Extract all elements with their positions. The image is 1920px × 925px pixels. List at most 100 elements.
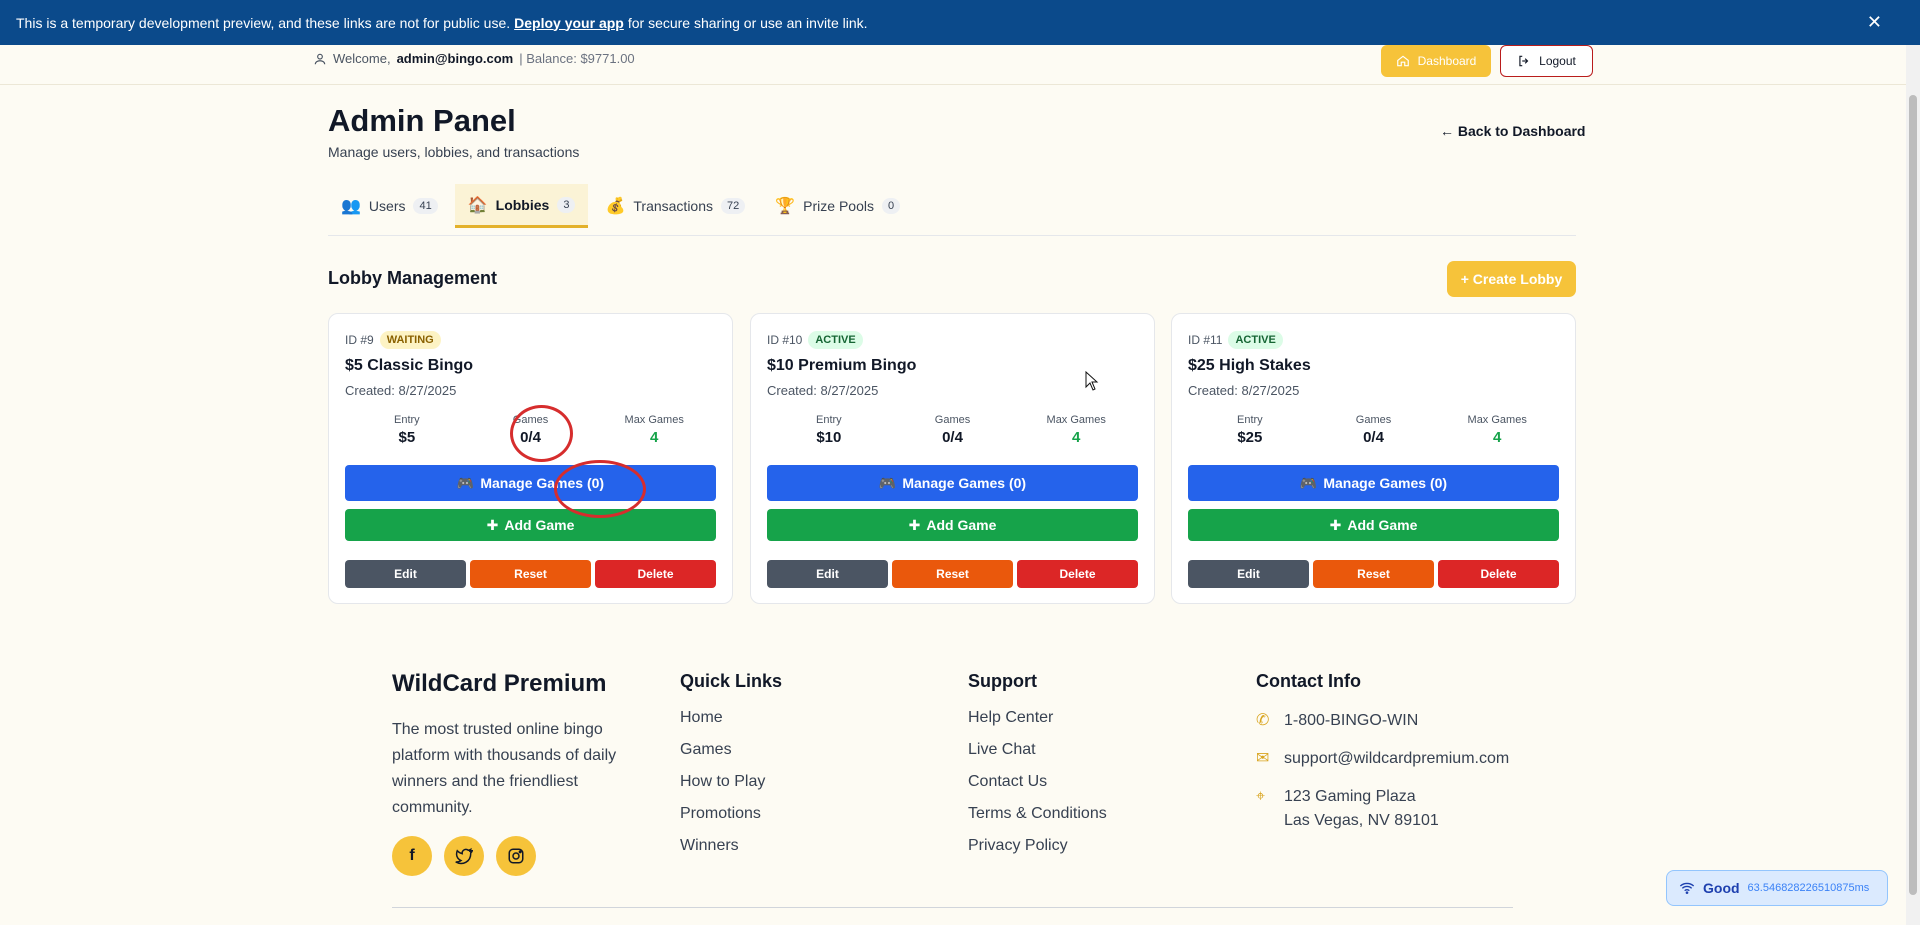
close-icon[interactable]: ✕ bbox=[1867, 12, 1882, 33]
address: 123 Gaming Plaza Las Vegas, NV 89101 bbox=[1284, 785, 1439, 833]
lobby-name: $25 High Stakes bbox=[1188, 357, 1311, 374]
tab-prize-pools[interactable]: 🏆 Prize Pools 0 bbox=[762, 184, 913, 228]
support-title: Support bbox=[968, 671, 1037, 691]
scrollbar-thumb[interactable] bbox=[1909, 95, 1917, 895]
stat-label: Games bbox=[1355, 414, 1392, 426]
reset-button[interactable]: Reset bbox=[470, 560, 591, 588]
add-game-button[interactable]: ✚ Add Game bbox=[1188, 509, 1559, 541]
annotation-circle bbox=[554, 460, 646, 518]
footer-link-live-chat[interactable]: Live Chat bbox=[968, 741, 1107, 773]
footer-link-winners[interactable]: Winners bbox=[680, 837, 782, 869]
tab-label: Transactions bbox=[633, 198, 713, 214]
tab-users[interactable]: 👥 Users 41 bbox=[328, 184, 451, 228]
status-badge: ACTIVE bbox=[1228, 331, 1283, 349]
manage-games-button[interactable]: 🎮 Manage Games (0) bbox=[1188, 465, 1559, 501]
stat-value: $5 bbox=[398, 429, 416, 446]
status-badge: WAITING bbox=[379, 331, 441, 349]
manage-games-button[interactable]: 🎮 Manage Games (0) bbox=[767, 465, 1138, 501]
tab-lobbies[interactable]: 🏠 Lobbies 3 bbox=[454, 184, 589, 228]
delete-button[interactable]: Delete bbox=[595, 560, 716, 588]
stat-label: Entry bbox=[1236, 414, 1263, 426]
section-title: Lobby Management bbox=[328, 268, 498, 288]
network-latency: 63.546828226510875ms bbox=[1747, 882, 1870, 894]
twitter-icon[interactable] bbox=[444, 836, 484, 876]
footer-description: The most trusted online bingo platform w… bbox=[392, 721, 617, 816]
network-status-badge: Good 63.546828226510875ms bbox=[1666, 870, 1888, 906]
back-to-dashboard-link[interactable]: ← Back to Dashboard bbox=[1440, 123, 1585, 139]
edit-button[interactable]: Edit bbox=[345, 560, 466, 588]
home-icon: 🏠 bbox=[467, 196, 488, 214]
footer-link-help-center[interactable]: Help Center bbox=[968, 709, 1107, 741]
create-lobby-button[interactable]: + Create Lobby bbox=[1447, 261, 1576, 297]
stat-max-games: Max Games 4 bbox=[592, 414, 716, 446]
status-badge: ACTIVE bbox=[808, 331, 863, 349]
plus-icon: ✚ bbox=[908, 516, 921, 533]
users-icon: 👥 bbox=[341, 198, 361, 215]
location-pin-icon: ⌖ bbox=[1256, 788, 1266, 805]
quick-links-column: Quick Links Home Games How to Play Promo… bbox=[680, 671, 782, 869]
annotation-circle bbox=[510, 405, 573, 462]
stat-label: Max Games bbox=[1467, 414, 1527, 426]
stat-value: 0/4 bbox=[1363, 429, 1384, 446]
phone-number: 1-800-BINGO-WIN bbox=[1284, 712, 1419, 729]
lobby-id: ID #9 bbox=[345, 333, 374, 347]
lobby-name: $5 Classic Bingo bbox=[345, 357, 474, 374]
home-icon bbox=[1396, 55, 1409, 67]
button-label: Add Game bbox=[926, 517, 997, 533]
contact-address: ⌖ 123 Gaming Plaza Las Vegas, NV 89101 bbox=[1256, 785, 1509, 833]
trophy-icon: 🏆 bbox=[775, 198, 796, 215]
user-email: admin@bingo.com bbox=[396, 51, 514, 66]
lobby-created: Created: 8/27/2025 bbox=[345, 383, 457, 398]
tab-transactions[interactable]: 💰 Transactions 72 bbox=[592, 184, 758, 228]
stat-value: 4 bbox=[1493, 429, 1502, 446]
add-game-button[interactable]: ✚ Add Game bbox=[767, 509, 1138, 541]
logout-button[interactable]: Logout bbox=[1500, 45, 1593, 77]
lobby-id-row: ID #10 ACTIVE bbox=[767, 331, 863, 349]
footer-link-games[interactable]: Games bbox=[680, 741, 782, 773]
stat-entry: Entry $10 bbox=[767, 414, 891, 446]
wifi-icon bbox=[1679, 882, 1695, 894]
delete-button[interactable]: Delete bbox=[1438, 560, 1559, 588]
stat-value: 4 bbox=[1072, 429, 1081, 446]
lobby-actions: Edit Reset Delete bbox=[1188, 560, 1559, 588]
plus-icon: ✚ bbox=[1329, 516, 1342, 533]
reset-button[interactable]: Reset bbox=[892, 560, 1013, 588]
stat-label: Games bbox=[934, 414, 971, 426]
footer-link-how-to-play[interactable]: How to Play bbox=[680, 773, 782, 805]
stat-value: 0/4 bbox=[942, 429, 963, 446]
logout-label: Logout bbox=[1539, 54, 1576, 68]
footer-link-promotions[interactable]: Promotions bbox=[680, 805, 782, 837]
email-address[interactable]: support@wildcardpremium.com bbox=[1284, 747, 1509, 771]
footer-link-contact-us[interactable]: Contact Us bbox=[968, 773, 1107, 805]
button-label: Add Game bbox=[1347, 517, 1418, 533]
edit-button[interactable]: Edit bbox=[767, 560, 888, 588]
footer-link-terms[interactable]: Terms & Conditions bbox=[968, 805, 1107, 837]
mouse-cursor-icon bbox=[1085, 371, 1099, 391]
deploy-link[interactable]: Deploy your app bbox=[514, 15, 624, 31]
facebook-icon[interactable]: f bbox=[392, 836, 432, 876]
footer-link-home[interactable]: Home bbox=[680, 709, 782, 741]
edit-button[interactable]: Edit bbox=[1188, 560, 1309, 588]
tab-label: Lobbies bbox=[495, 196, 550, 213]
dashboard-button[interactable]: Dashboard bbox=[1381, 45, 1491, 77]
lobby-created: Created: 8/27/2025 bbox=[767, 383, 879, 398]
balance: | Balance: $9771.00 bbox=[519, 51, 635, 66]
footer-divider bbox=[392, 907, 1513, 908]
footer-link-privacy[interactable]: Privacy Policy bbox=[968, 837, 1107, 869]
stat-entry: Entry $25 bbox=[1188, 414, 1312, 446]
add-game-button[interactable]: ✚ Add Game bbox=[345, 509, 716, 541]
instagram-icon[interactable] bbox=[496, 836, 536, 876]
lobby-id: ID #10 bbox=[767, 333, 803, 347]
lobby-id-row: ID #11 ACTIVE bbox=[1188, 331, 1283, 349]
mail-icon: ✉ bbox=[1256, 750, 1270, 767]
reset-button[interactable]: Reset bbox=[1313, 560, 1434, 588]
admin-tabs: 👥 Users 41 🏠 Lobbies 3 💰 Transactions 72… bbox=[328, 184, 1576, 236]
stat-max-games: Max Games 4 bbox=[1435, 414, 1559, 446]
quick-links-title: Quick Links bbox=[680, 671, 783, 691]
user-icon bbox=[314, 53, 326, 64]
manage-games-button[interactable]: 🎮 Manage Games (0) bbox=[345, 465, 716, 501]
delete-button[interactable]: Delete bbox=[1017, 560, 1138, 588]
dev-preview-banner: This is a temporary development preview,… bbox=[0, 0, 1920, 45]
contact-title: Contact Info bbox=[1256, 671, 1361, 691]
lobby-stats: Entry $10 Games 0/4 Max Games 4 bbox=[767, 414, 1138, 446]
